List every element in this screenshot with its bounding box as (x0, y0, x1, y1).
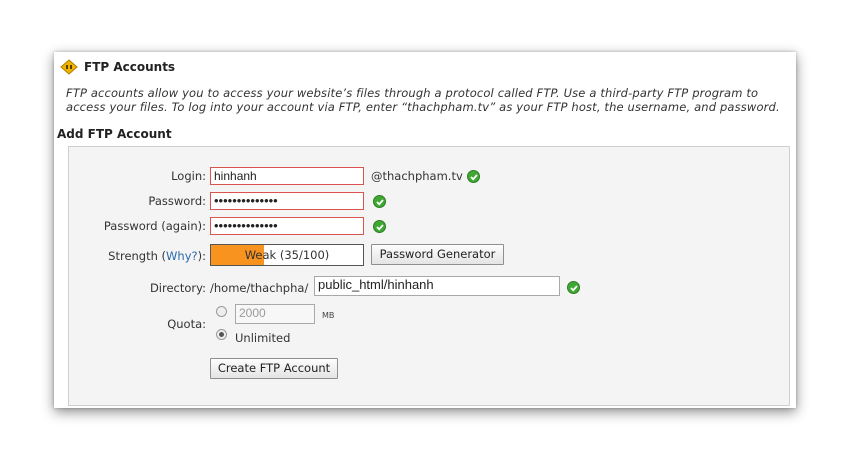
title-row: FTP Accounts (60, 59, 175, 75)
directory-valid-check-icon (567, 281, 580, 294)
password-again-input[interactable]: •••••••••••••• (210, 217, 364, 235)
page-title: FTP Accounts (84, 60, 176, 74)
quota-unlimited-label: Unlimited (235, 331, 291, 345)
login-domain-suffix: @thachpham.tv (371, 169, 463, 183)
quota-unit: MB (322, 311, 335, 320)
page-description: FTP accounts allow you to access your we… (66, 86, 780, 114)
directory-input[interactable]: public_html/hinhanh (314, 276, 560, 296)
directory-label: Directory: (149, 281, 206, 295)
add-ftp-account-form: Login: hinhanh @thachpham.tv Password: •… (68, 146, 790, 406)
ftp-accounts-card: FTP Accounts FTP accounts allow you to a… (54, 52, 796, 408)
section-title: Add FTP Account (57, 127, 172, 141)
quota-limited-radio[interactable] (216, 306, 227, 317)
strength-label: Strength (Why?): (108, 249, 206, 263)
quota-mb-input[interactable]: 2000 (235, 304, 315, 324)
password-generator-button[interactable]: Password Generator (371, 244, 504, 265)
why-link[interactable]: Why? (166, 249, 198, 263)
login-input[interactable]: hinhanh (210, 167, 364, 185)
ftp-folder-icon (60, 59, 78, 75)
password-label: Password: (148, 194, 206, 208)
login-valid-check-icon (467, 170, 480, 183)
quota-label: Quota: (167, 317, 206, 331)
directory-prefix: /home/thachpha/ (210, 281, 309, 295)
quota-unlimited-radio[interactable] (216, 329, 227, 340)
create-ftp-account-button[interactable]: Create FTP Account (210, 358, 338, 379)
password-again-label: Password (again): (103, 219, 206, 233)
login-label: Login: (171, 169, 206, 183)
password-again-valid-check-icon (373, 220, 386, 233)
password-strength-meter: Weak (35/100) (210, 244, 364, 266)
password-valid-check-icon (373, 195, 386, 208)
strength-text: Weak (35/100) (244, 248, 330, 262)
password-input[interactable]: •••••••••••••• (210, 192, 364, 210)
